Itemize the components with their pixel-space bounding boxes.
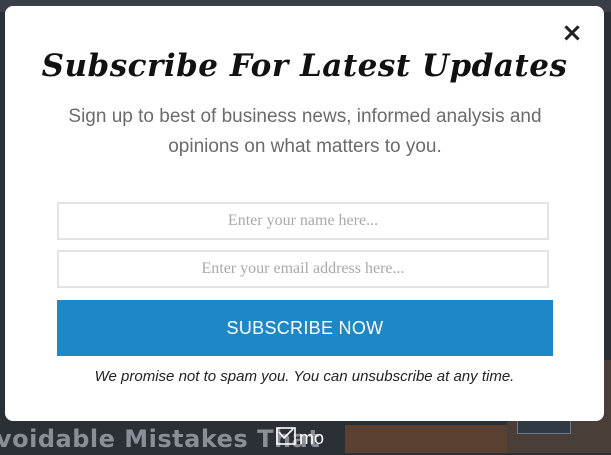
subscribe-button[interactable]: SUBSCRIBE NOW [57, 300, 553, 356]
close-icon[interactable]: × [557, 18, 587, 48]
brand-logo[interactable]: mo [276, 427, 324, 449]
background-article-image [345, 425, 507, 453]
name-input[interactable] [57, 202, 549, 240]
modal-title: Subscribe For Latest Updates [41, 48, 568, 84]
subscribe-modal: × Subscribe For Latest Updates Sign up t… [5, 6, 604, 421]
brand-logo-text: mo [299, 427, 325, 448]
modal-subtitle: Sign up to best of business news, inform… [68, 106, 542, 157]
email-input[interactable] [57, 250, 549, 288]
envelope-check-icon [276, 427, 296, 449]
no-spam-note: We promise not to spam you. You can unsu… [94, 368, 515, 385]
